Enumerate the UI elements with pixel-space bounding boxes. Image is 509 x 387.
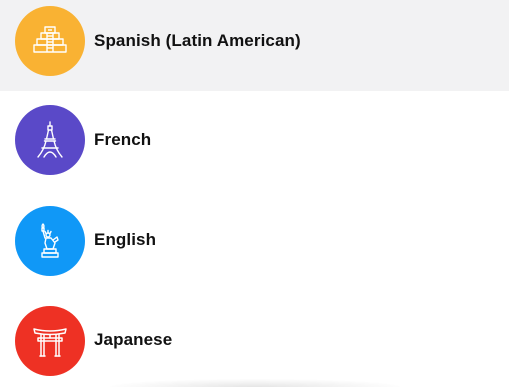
language-item-spanish[interactable]: Spanish (Latin American) bbox=[0, 0, 509, 91]
language-label-spanish: Spanish (Latin American) bbox=[94, 31, 301, 50]
language-item-english[interactable]: English bbox=[0, 190, 509, 290]
language-label-french: French bbox=[94, 130, 152, 149]
language-item-japanese[interactable]: Japanese bbox=[0, 290, 509, 387]
language-label-english: English bbox=[94, 230, 157, 249]
language-list: Spanish (Latin American) French English … bbox=[0, 0, 509, 387]
language-item-french[interactable]: French bbox=[0, 90, 509, 190]
pyramid-icon bbox=[15, 6, 85, 76]
statue-of-liberty-icon bbox=[15, 206, 85, 276]
eiffel-tower-icon bbox=[15, 105, 85, 175]
language-label-japanese: Japanese bbox=[94, 330, 173, 349]
torii-gate-icon bbox=[15, 306, 85, 376]
